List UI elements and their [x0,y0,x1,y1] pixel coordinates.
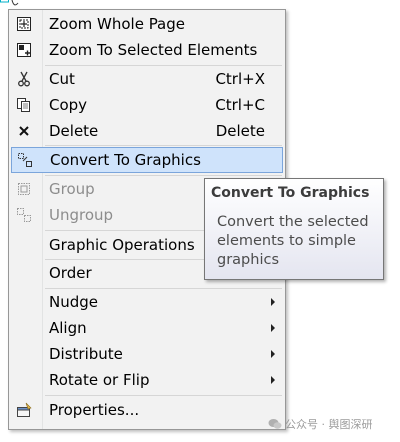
menu-item-nudge[interactable]: Nudge [11,290,283,314]
menu-item-label: Group [49,180,95,198]
menu-item-zoom-selected[interactable]: Zoom To Selected Elements [11,38,283,62]
menu-item-label: Ungroup [49,206,114,224]
properties-icon [15,401,33,419]
ungroup-icon [15,206,33,224]
menu-separator [45,145,282,146]
shortcut-label: Ctrl+X [215,70,265,88]
tooltip-title: Convert To Graphics [211,185,370,201]
menu-item-label: Distribute [49,345,123,363]
menu-item-label: Delete [49,122,99,140]
wechat-icon [268,419,282,429]
zoom-selected-icon [15,41,33,59]
submenu-arrow-icon [271,324,275,332]
menu-item-label: Rotate or Flip [49,371,150,389]
menu-item-label: Copy [49,96,88,114]
menu-item-label: Properties... [49,401,140,419]
delete-x-icon [15,122,33,140]
shortcut-label: Delete [215,122,265,140]
submenu-arrow-icon [271,376,275,384]
menu-item-label: Nudge [49,293,98,311]
menu-item-delete[interactable]: Delete Delete [11,119,283,143]
menu-separator [45,65,282,66]
convert-graphics-icon [16,151,34,169]
menu-item-label: Zoom To Selected Elements [49,41,258,59]
zoom-whole-page-icon [15,15,33,33]
shortcut-label: Ctrl+C [215,96,265,114]
menu-item-align[interactable]: Align [11,316,283,340]
submenu-arrow-icon [271,350,275,358]
menu-separator [45,288,282,289]
copy-icon [15,96,33,114]
menu-item-label: Graphic Operations [49,236,195,254]
menu-item-label: Align [49,319,87,337]
menu-item-properties[interactable]: Properties... [11,398,283,422]
scissors-icon [15,70,33,88]
menu-item-label: Order [49,264,92,282]
menu-item-label: Convert To Graphics [50,151,201,169]
menu-item-convert-to-graphics[interactable]: Convert To Graphics [11,147,283,173]
watermark: 公众号 · 舆图深研 [268,416,373,432]
menu-item-distribute[interactable]: Distribute [11,342,283,366]
menu-item-copy[interactable]: Copy Ctrl+C [11,93,283,117]
menu-item-zoom-whole-page[interactable]: Zoom Whole Page [11,12,283,36]
watermark-text: 公众号 · 舆图深研 [285,418,373,431]
tooltip: Convert To Graphics Convert the selected… [204,178,384,280]
menu-separator [45,395,282,396]
menu-item-rotate-or-flip[interactable]: Rotate or Flip [11,368,283,392]
group-icon [15,180,33,198]
screen: Zoom Whole Page Zoom To Selected Element… [0,0,400,442]
menu-item-label: Cut [49,70,75,88]
submenu-arrow-icon [271,298,275,306]
menu-item-label: Zoom Whole Page [49,15,186,33]
menu-item-cut[interactable]: Cut Ctrl+X [11,67,283,91]
tooltip-body: Convert the selected elements to simple … [217,214,369,268]
menu-separator [45,175,282,176]
